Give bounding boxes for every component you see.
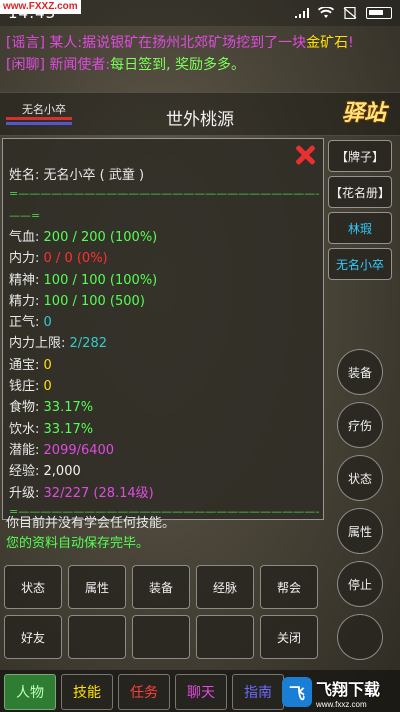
character-name: 姓名: 无名小卒 ( 武童 ) (9, 168, 145, 183)
friends-button[interactable]: 好友 (4, 615, 62, 659)
stat-label: 正气: (9, 315, 40, 331)
roster-button[interactable]: 【花名册】 (328, 176, 392, 208)
character-panel: 姓名: 无名小卒 ( 武童 ) =———————————————————————… (2, 138, 324, 520)
stat-label: 升级: (9, 485, 40, 501)
chat-sender: 某人: (49, 35, 83, 51)
chat-text: 每日签到, 奖励多多。 (110, 57, 246, 73)
chat-log: [谣言] 某人:据说银矿在扬州北郊矿场挖到了一块金矿石! [闲聊] 新闻使者:每… (6, 32, 396, 76)
tab-chat[interactable]: 聊天 (175, 674, 227, 710)
stat-value: 2,000 (43, 464, 81, 480)
stat-row: 通宝: 0 (9, 355, 319, 376)
stat-label: 精神: (9, 272, 40, 288)
system-message: 你目前并没有学会任何技能。 (6, 516, 176, 531)
status-bar: 14:43 www.FXXZ.com (0, 0, 400, 26)
self-button[interactable]: 无名小卒 (328, 248, 392, 280)
status-circle-button[interactable]: 状态 (337, 455, 383, 501)
equipment-button[interactable]: 装备 (132, 565, 190, 609)
stat-row: 精神: 100 / 100 (100%) (9, 270, 319, 291)
stat-value: 0 / 0 (0%) (43, 251, 108, 267)
attribute-button[interactable]: 属性 (68, 565, 126, 609)
equip-circle-button[interactable]: 装备 (337, 349, 383, 395)
stop-circle-button[interactable]: 停止 (337, 561, 383, 607)
badge-button[interactable]: 【牌子】 (328, 140, 392, 172)
chat-line-rumor: [谣言] 某人:据说银矿在扬州北郊矿场挖到了一块金矿石! (6, 32, 396, 54)
stat-label: 内力上限: (9, 336, 66, 352)
watermark: www.FXXZ.com (0, 0, 81, 14)
stat-row: 内力: 0 / 0 (0%) (9, 248, 319, 269)
location-header: 无名小卒 世外桃源 驿站 (0, 92, 400, 136)
stat-row: 潜能: 2099/6400 (9, 440, 319, 461)
tab-skills[interactable]: 技能 (61, 674, 113, 710)
stat-value: 200 / 200 (100%) (43, 230, 158, 245)
watermark-title: 飞翔下载 (316, 679, 381, 699)
stat-value: 100 / 100 (500) (43, 293, 145, 309)
status-button[interactable]: 状态 (4, 565, 62, 609)
site-watermark: 飞 飞翔下载 www.fxxz.com (282, 672, 400, 712)
stat-label: 通宝: (9, 357, 40, 373)
chat-line-idle: [闲聊] 新闻使者:每日签到, 奖励多多。 (6, 54, 396, 76)
stat-value: 0 (43, 315, 52, 331)
system-message: 您的资料自动保存完毕。 (6, 536, 150, 551)
npc-lin-xia-button[interactable]: 林瑕 (328, 212, 392, 244)
stat-label: 潜能: (9, 442, 40, 458)
stat-row: 食物: 33.17% (9, 397, 319, 418)
wifi-icon (318, 7, 334, 18)
stat-row: 精力: 100 / 100 (500) (9, 291, 319, 312)
stat-value: 2099/6400 (43, 442, 115, 458)
guild-button[interactable]: 帮会 (260, 565, 318, 609)
attribute-circle-button[interactable]: 属性 (337, 508, 383, 554)
stat-row: 经验: 2,000 (9, 461, 319, 482)
chat-highlight: 金矿石 (306, 35, 349, 51)
close-button[interactable]: 关闭 (260, 615, 318, 659)
empty-slot-button[interactable] (196, 615, 254, 659)
stat-row: 饮水: 33.17% (9, 419, 319, 440)
signal-icon (295, 8, 309, 18)
close-icon[interactable] (293, 143, 317, 167)
empty-circle-button[interactable] (337, 614, 383, 660)
tab-guide[interactable]: 指南 (232, 674, 284, 710)
stat-label: 钱庄: (9, 379, 40, 395)
chat-sender: 新闻使者: (49, 57, 111, 73)
stat-row: 正气: 0 (9, 312, 319, 333)
divider: =—————————————————————————————————— (9, 187, 319, 200)
stat-label: 气血: (9, 230, 40, 245)
no-sim-icon (343, 7, 357, 19)
inn-icon[interactable]: 驿站 (342, 95, 392, 135)
stat-label: 内力: (9, 251, 40, 267)
stat-value: 0 (43, 379, 52, 395)
stat-row: 升级: 32/227 (28.14级) (9, 483, 319, 504)
stat-value: 33.17% (43, 421, 94, 437)
stat-value: 32/227 (28.14级) (43, 485, 154, 501)
heal-circle-button[interactable]: 疗伤 (337, 402, 383, 448)
stat-row: 钱庄: 0 (9, 376, 319, 397)
chat-end: ! (348, 35, 354, 51)
divider: ——= (9, 209, 41, 222)
chat-tag: [闲聊] (6, 57, 45, 73)
meridian-button[interactable]: 经脉 (196, 565, 254, 609)
stats-list: 气血: 200 / 200 (100%) 内力: 0 / 0 (0%) 精神: … (9, 227, 319, 504)
stat-value: 0 (43, 357, 52, 373)
location-title: 世外桃源 (166, 110, 234, 130)
watermark-url: www.fxxz.com (316, 699, 367, 709)
battery-icon (366, 7, 392, 19)
stat-label: 饮水: (9, 421, 40, 437)
stat-row: 气血: 200 / 200 (100%) (9, 227, 319, 248)
stat-value: 100 / 100 (100%) (43, 272, 158, 288)
site-logo-icon: 飞 (282, 677, 312, 707)
chat-text: 据说银矿在扬州北郊矿场挖到了一块 (82, 35, 307, 51)
tab-quests[interactable]: 任务 (118, 674, 170, 710)
stat-label: 精力: (9, 293, 40, 309)
stat-value: 2/282 (69, 336, 107, 352)
empty-slot-button[interactable] (132, 615, 190, 659)
system-messages: 你目前并没有学会任何技能。 您的资料自动保存完毕。 (6, 514, 175, 554)
stat-label: 食物: (9, 400, 40, 416)
empty-slot-button[interactable] (68, 615, 126, 659)
stat-label: 经验: (9, 464, 40, 480)
stat-row: 内力上限: 2/282 (9, 333, 319, 354)
chat-tag: [谣言] (6, 35, 45, 51)
tab-character[interactable]: 人物 (4, 674, 56, 710)
stat-value: 33.17% (43, 400, 94, 416)
